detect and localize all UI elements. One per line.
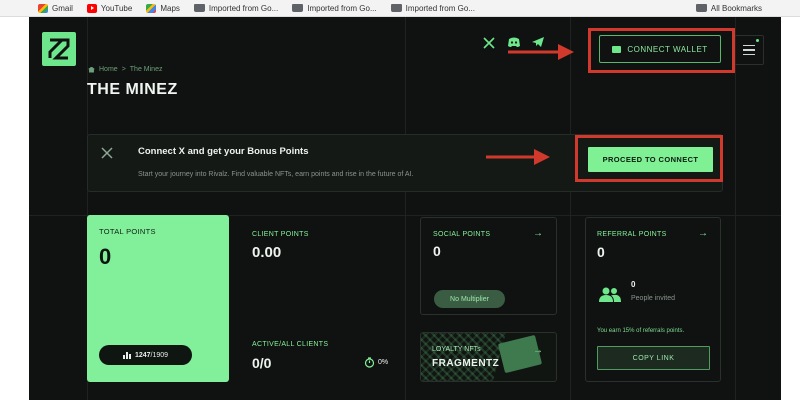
bookmark-folder-1[interactable]: Imported from Go... — [193, 3, 279, 13]
notification-dot — [756, 39, 759, 42]
referral-points-card: REFERRAL POINTS → 0 0 People invited You… — [585, 217, 721, 382]
arrow-right-icon[interactable]: → — [533, 228, 543, 239]
bookmark-folder-3[interactable]: Imported from Go... — [390, 3, 475, 13]
rank-value: 1247 — [134, 351, 151, 359]
all-bookmarks-button[interactable]: All Bookmarks — [695, 3, 762, 13]
banner-subtitle: Start your journey into Rivalz. Find val… — [138, 171, 414, 178]
client-percent: 0% — [364, 357, 388, 368]
total-points-label: TOTAL POINTS — [99, 227, 156, 236]
grid-line — [405, 17, 406, 400]
youtube-icon — [86, 3, 97, 13]
bookmarks-bar: Gmail YouTube Maps Imported from Go... I… — [0, 0, 800, 17]
bookmark-label: Gmail — [52, 3, 73, 13]
loyalty-label: LOYALTY NFTs — [432, 346, 481, 353]
home-icon — [88, 66, 95, 73]
timer-icon — [364, 357, 375, 368]
grid-line — [735, 17, 736, 400]
rank-total: /1909 — [150, 351, 169, 359]
social-points-card[interactable]: SOCIAL POINTS → 0 No Multiplier — [420, 217, 557, 315]
folder-icon — [193, 4, 205, 12]
invited-count: 0 — [631, 280, 636, 289]
x-icon — [100, 146, 114, 165]
referral-earn-note: You earn 15% of referrals points. — [597, 328, 685, 334]
total-points-card: TOTAL POINTS 0 1247/1909 — [87, 215, 229, 382]
copy-link-button[interactable]: COPY LINK — [597, 346, 710, 370]
referral-points-value: 0 — [597, 244, 605, 260]
multiplier-badge: No Multiplier — [434, 290, 505, 308]
total-points-value: 0 — [99, 244, 112, 269]
social-points-label: SOCIAL POINTS — [433, 231, 491, 238]
grid-line — [570, 17, 571, 400]
invited-label: People invited — [631, 295, 675, 302]
arrow-right-icon[interactable]: → — [698, 228, 708, 239]
gmail-icon — [38, 3, 48, 13]
annotation-box-proceed — [575, 135, 723, 182]
x-icon[interactable] — [482, 36, 496, 50]
app-logo[interactable] — [42, 32, 76, 66]
bookmark-folder-2[interactable]: Imported from Go... — [292, 3, 377, 13]
menu-button[interactable] — [734, 35, 764, 65]
loyalty-value: FRAGMENTZ — [432, 358, 500, 369]
breadcrumb: Home > The Minez — [88, 66, 162, 73]
page-title: THE MINEZ — [87, 81, 178, 98]
people-icon — [598, 286, 622, 307]
social-points-value: 0 — [433, 243, 441, 259]
bookmark-label: YouTube — [100, 3, 133, 13]
bookmark-label: Maps — [160, 3, 180, 13]
client-points-value: 0.00 — [252, 244, 282, 261]
breadcrumb-home[interactable]: Home — [99, 66, 118, 73]
annotation-box-wallet — [588, 28, 735, 73]
maps-icon — [146, 3, 157, 13]
folder-icon — [695, 4, 707, 12]
bookmark-label: Imported from Go... — [405, 3, 475, 13]
annotation-arrow-proceed — [486, 149, 550, 165]
active-clients-label: ACTIVE/ALL CLIENTS — [252, 341, 329, 348]
breadcrumb-current: The Minez — [129, 66, 163, 73]
folder-icon — [390, 4, 402, 12]
logo-icon — [48, 38, 70, 60]
bookmark-youtube[interactable]: YouTube — [86, 3, 133, 13]
annotation-arrow-wallet — [508, 44, 574, 60]
rank-badge: 1247/1909 — [99, 345, 192, 365]
app-window: CONNECT WALLET Home > The Minez THE MINE… — [29, 17, 781, 400]
bookmark-gmail[interactable]: Gmail — [38, 3, 73, 13]
referral-points-label: REFERRAL POINTS — [597, 231, 667, 238]
banner-title: Connect X and get your Bonus Points — [138, 146, 309, 157]
bookmark-label: Imported from Go... — [208, 3, 279, 13]
client-points-label: CLIENT POINTS — [252, 231, 309, 238]
breadcrumb-separator: > — [121, 66, 126, 73]
client-percent-value: 0% — [378, 359, 389, 366]
all-bookmarks-label: All Bookmarks — [710, 3, 762, 13]
hamburger-icon — [743, 44, 755, 47]
active-clients-value: 0/0 — [252, 355, 272, 371]
loyalty-nft-card[interactable]: LOYALTY NFTs FRAGMENTZ → — [420, 332, 557, 382]
bookmark-label: Imported from Go... — [307, 3, 377, 13]
arrow-right-icon[interactable]: → — [533, 345, 543, 356]
leaderboard-icon — [122, 351, 131, 359]
bookmark-maps[interactable]: Maps — [146, 3, 180, 13]
folder-icon — [292, 4, 304, 12]
